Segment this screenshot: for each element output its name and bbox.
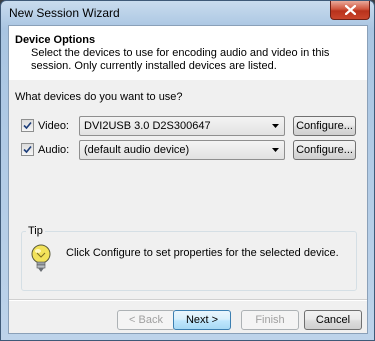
tip-title: Tip (26, 225, 45, 237)
video-device-row: Video: DVI2USB 3.0 D2S300647 Configure..… (21, 116, 361, 136)
page-description: Select the devices to use for encoding a… (31, 47, 330, 72)
wizard-window: New Session Wizard Device Options Select… (0, 0, 375, 341)
cancel-button[interactable]: Cancel (304, 310, 362, 330)
video-configure-button[interactable]: Configure... (293, 116, 356, 136)
title-bar[interactable]: New Session Wizard (1, 1, 374, 25)
checkmark-icon (23, 145, 32, 154)
audio-device-select[interactable]: (default audio device) (79, 140, 285, 160)
audio-device-value: (default audio device) (84, 144, 190, 156)
back-button[interactable]: < Back (117, 310, 175, 330)
video-device-select[interactable]: DVI2USB 3.0 D2S300647 (79, 116, 285, 136)
close-icon (345, 5, 356, 15)
footer-divider-highlight (9, 300, 367, 301)
header-divider (9, 79, 367, 80)
video-device-value: DVI2USB 3.0 D2S300647 (84, 120, 211, 132)
page-title: Device Options (15, 34, 96, 46)
audio-device-row: Audio: (default audio device) Configure.… (21, 140, 361, 160)
chevron-down-icon (272, 148, 279, 152)
devices-question: What devices do you want to use? (15, 91, 183, 103)
wizard-header: Device Options Select the devices to use… (9, 26, 367, 80)
audio-checkbox[interactable] (21, 143, 34, 156)
wizard-body: Device Options Select the devices to use… (8, 25, 368, 334)
tip-group: Tip Click Configure to set properties fo… (21, 225, 357, 291)
tip-text: Click Configure to set properties for th… (66, 247, 339, 259)
close-button[interactable] (330, 1, 370, 20)
finish-button[interactable]: Finish (241, 310, 299, 330)
video-checkbox[interactable] (21, 119, 34, 132)
window-title: New Session Wizard (9, 6, 120, 20)
lightbulb-icon (31, 244, 51, 272)
checkmark-icon (23, 121, 32, 130)
next-button[interactable]: Next > (173, 310, 231, 330)
audio-configure-button[interactable]: Configure... (293, 140, 356, 160)
audio-label: Audio: (38, 144, 70, 156)
video-label: Video: (38, 120, 69, 132)
chevron-down-icon (272, 124, 279, 128)
